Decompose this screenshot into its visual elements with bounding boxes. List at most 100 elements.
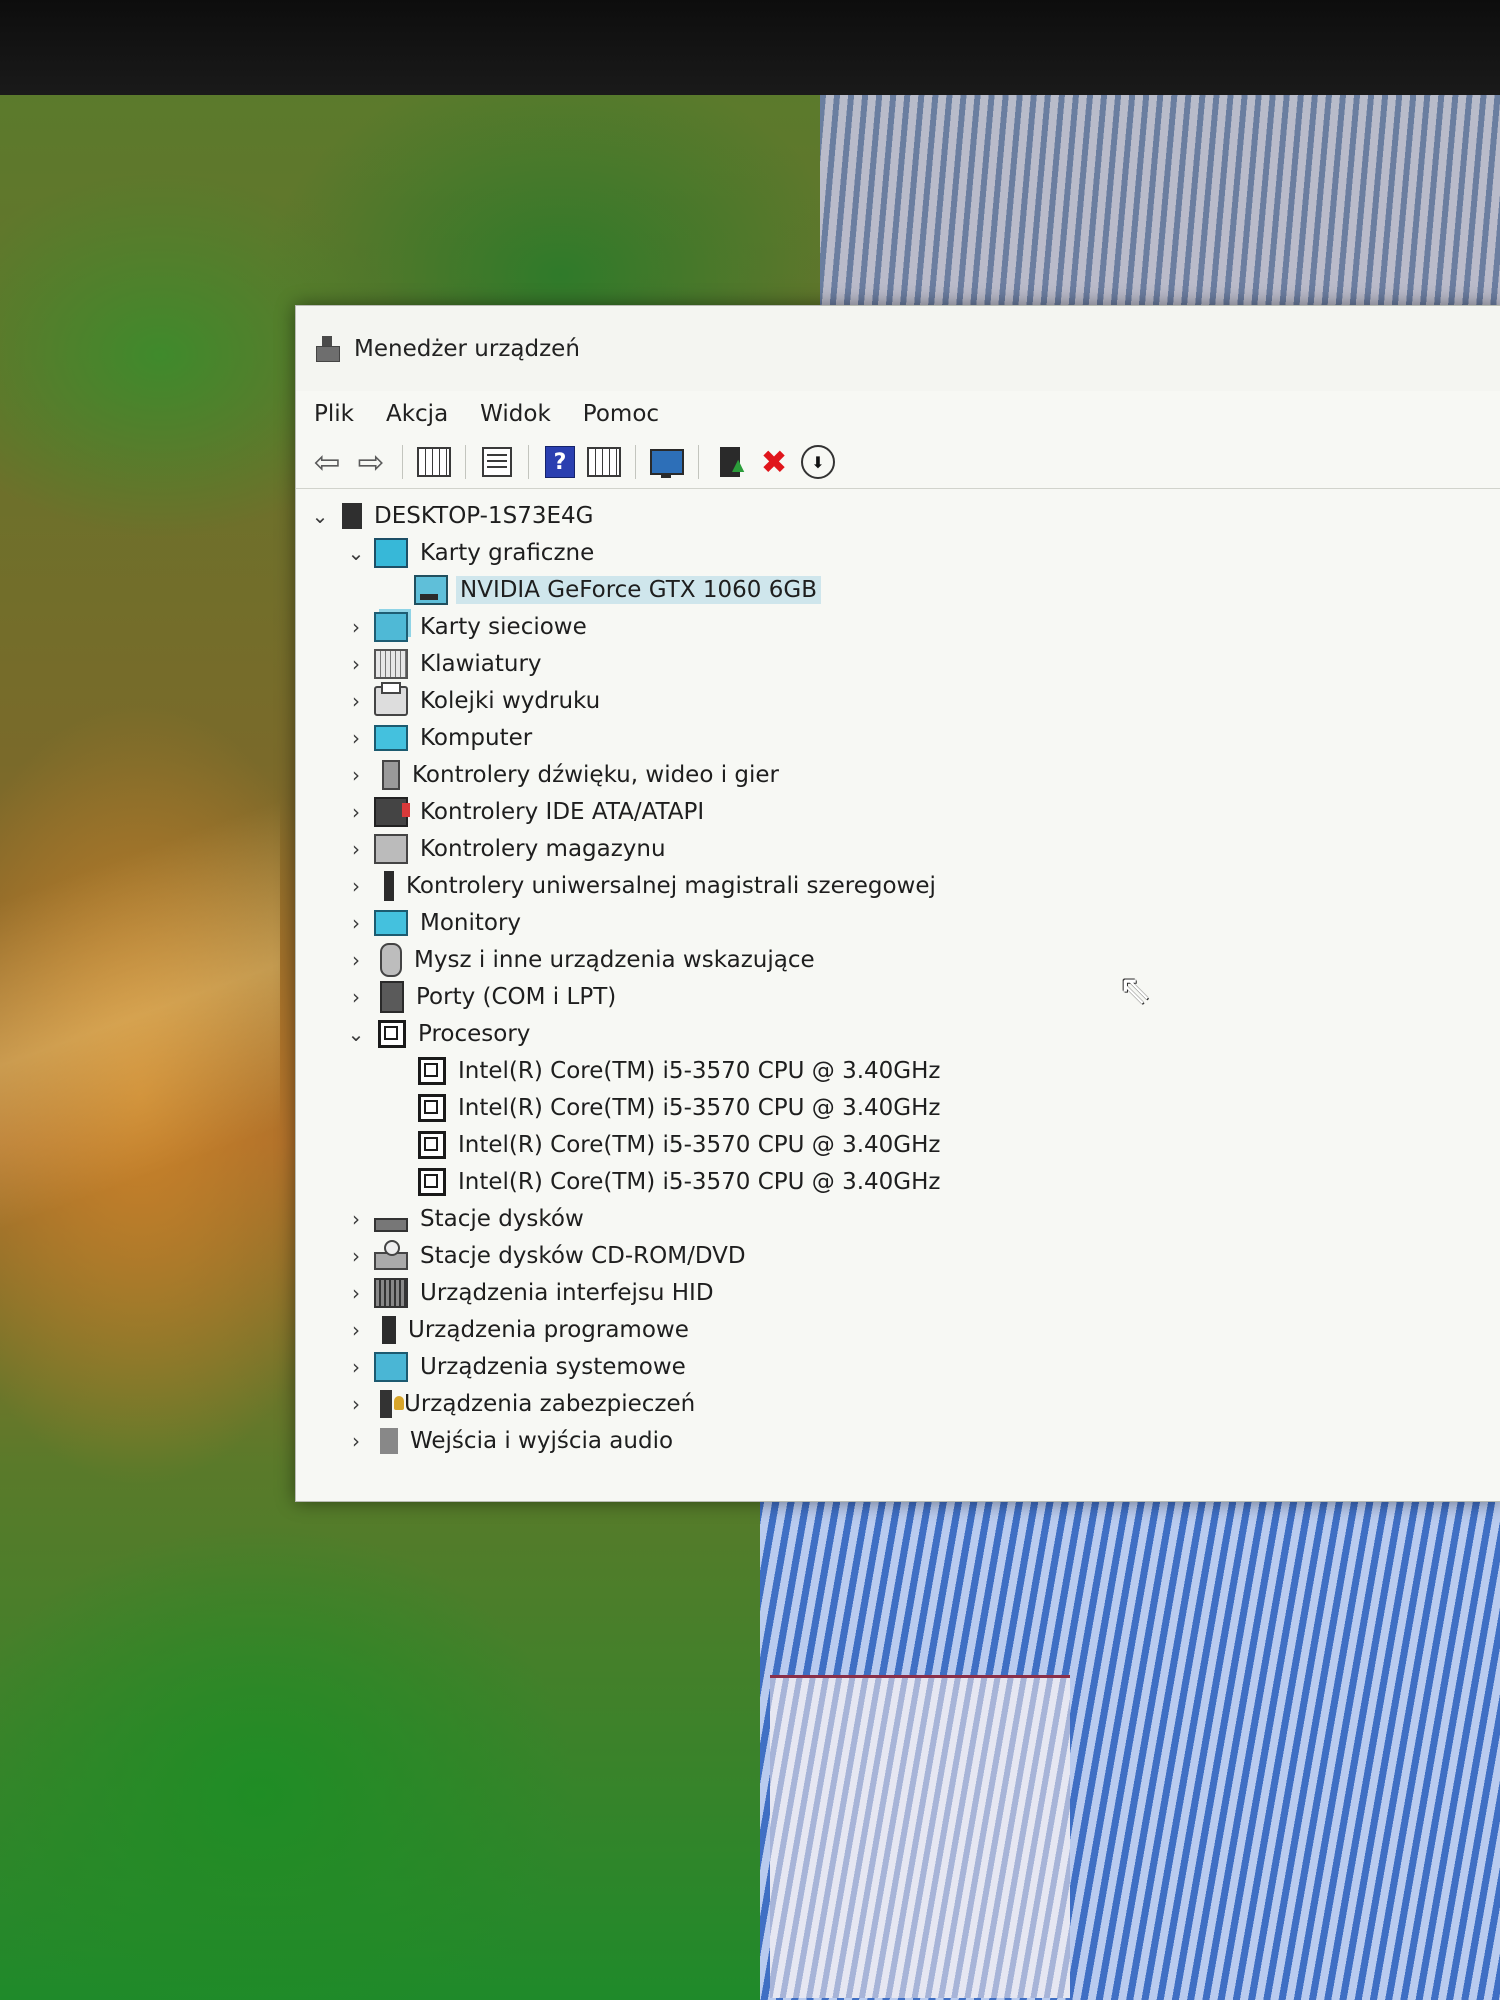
tree-item-systemowe[interactable]: › Urządzenia systemowe: [296, 1348, 1500, 1385]
monitor-bezel: [0, 0, 1500, 110]
tree-item-zabezpieczen[interactable]: › Urządzenia zabezpieczeń: [296, 1385, 1500, 1422]
back-button[interactable]: ⇦: [308, 443, 346, 481]
forward-button[interactable]: ⇨: [352, 443, 390, 481]
chevron-down-icon[interactable]: ⌄: [308, 504, 332, 528]
download-icon: ⬇: [801, 445, 835, 479]
chevron-right-icon[interactable]: ›: [344, 948, 368, 972]
tree-item-programowe[interactable]: › Urządzenia programowe: [296, 1311, 1500, 1348]
chevron-right-icon[interactable]: ›: [344, 837, 368, 861]
tree-item-cpu[interactable]: Intel(R) Core(TM) i5-3570 CPU @ 3.40GHz: [296, 1052, 1500, 1089]
chevron-right-icon[interactable]: ›: [344, 763, 368, 787]
chevron-right-icon[interactable]: ›: [344, 1207, 368, 1231]
tree-item-label: Intel(R) Core(TM) i5-3570 CPU @ 3.40GHz: [458, 1131, 941, 1158]
chevron-down-icon[interactable]: ⌄: [344, 1022, 368, 1046]
tree-item-label: Monitory: [420, 909, 522, 936]
tree-item-kontrolery-usb[interactable]: › Kontrolery uniwersalnej magistrali sze…: [296, 867, 1500, 904]
uninstall-button[interactable]: ✖: [755, 443, 793, 481]
menu-bar: Plik Akcja Widok Pomoc: [296, 391, 1500, 436]
properties-button[interactable]: [478, 443, 516, 481]
tree-item-kontrolery-magazynu[interactable]: › Kontrolery magazynu: [296, 830, 1500, 867]
tree-item-karty-graficzne[interactable]: ⌄ Karty graficzne: [296, 534, 1500, 571]
tree-item-label: Kolejki wydruku: [420, 687, 601, 714]
tree-item-label: Wejścia i wyjścia audio: [410, 1427, 674, 1454]
chevron-right-icon[interactable]: ›: [344, 800, 368, 824]
cdrom-icon: [374, 1239, 408, 1270]
scroll-fade: [296, 1462, 1500, 1492]
tree-item-label: Klawiatury: [420, 650, 542, 677]
menu-pomoc[interactable]: Pomoc: [583, 401, 659, 427]
help-button[interactable]: ?: [541, 443, 579, 481]
tree-item-label: Porty (COM i LPT): [416, 983, 617, 1010]
tree-item-label: Komputer: [420, 724, 533, 751]
menu-widok[interactable]: Widok: [480, 401, 551, 427]
tree-item-nvidia-gpu[interactable]: NVIDIA GeForce GTX 1060 6GB: [296, 571, 1500, 608]
title-bar[interactable]: Menedżer urządzeń: [296, 306, 1500, 391]
device-tree[interactable]: ⌄ DESKTOP-1S73E4G ⌄ Karty graficzne NVID…: [296, 489, 1500, 1492]
download-button[interactable]: ⬇: [799, 443, 837, 481]
software-device-icon: [382, 1315, 396, 1344]
chevron-right-icon[interactable]: ›: [344, 689, 368, 713]
ide-controller-icon: [374, 796, 410, 827]
tree-item-kolejki-wydruku[interactable]: › Kolejki wydruku: [296, 681, 1500, 719]
tree-item-cpu[interactable]: Intel(R) Core(TM) i5-3570 CPU @ 3.40GHz: [296, 1163, 1500, 1200]
graphics-card-icon: [414, 574, 448, 605]
chevron-right-icon[interactable]: ›: [344, 1392, 368, 1416]
chevron-down-icon[interactable]: ⌄: [344, 541, 368, 565]
tree-item-procesory[interactable]: ⌄ Procesory: [296, 1015, 1500, 1052]
chevron-right-icon[interactable]: ›: [344, 1355, 368, 1379]
tree-item-kontrolery-dzwieku[interactable]: › Kontrolery dźwięku, wideo i gier: [296, 756, 1500, 793]
display-adapter-icon: [374, 537, 408, 568]
tree-item-label: Procesory: [418, 1020, 531, 1047]
update-driver-button[interactable]: [711, 443, 749, 481]
mouse-icon: [380, 942, 402, 977]
tree-item-label: Stacje dysków CD-ROM/DVD: [420, 1242, 746, 1269]
device-manager-window[interactable]: Menedżer urządzeń Plik Akcja Widok Pomoc…: [295, 305, 1500, 1502]
chevron-right-icon[interactable]: ›: [344, 1244, 368, 1268]
chevron-right-icon[interactable]: ›: [344, 1429, 368, 1453]
tree-item-label: Intel(R) Core(TM) i5-3570 CPU @ 3.40GHz: [458, 1168, 941, 1195]
tree-item-klawiatury[interactable]: › Klawiatury: [296, 645, 1500, 682]
tree-item-label: NVIDIA GeForce GTX 1060 6GB: [456, 575, 821, 604]
tree-item-label: Kontrolery uniwersalnej magistrali szere…: [406, 872, 936, 899]
chevron-right-icon[interactable]: ›: [344, 911, 368, 935]
tree-item-cdrom[interactable]: › Stacje dysków CD-ROM/DVD: [296, 1237, 1500, 1274]
tree-item-audio-io[interactable]: › Wejścia i wyjścia audio: [296, 1422, 1500, 1459]
wallpaper-road: [0, 655, 280, 1375]
uninstall-icon: ✖: [760, 443, 788, 481]
processor-icon: [418, 1093, 446, 1122]
properties-icon: [482, 447, 512, 477]
tree-item-porty[interactable]: › Porty (COM i LPT): [296, 978, 1500, 1015]
tree-item-mysz[interactable]: › Mysz i inne urządzenia wskazujące: [296, 941, 1500, 978]
system-device-icon: [374, 1351, 408, 1382]
chevron-right-icon[interactable]: ›: [344, 726, 368, 750]
show-hide-tree-button[interactable]: [415, 443, 453, 481]
keyboard-icon: [374, 648, 408, 679]
show-hide-tree-icon: [417, 447, 451, 477]
tree-item-kontrolery-ide[interactable]: › Kontrolery IDE ATA/ATAPI: [296, 793, 1500, 830]
tree-item-komputer[interactable]: › Komputer: [296, 719, 1500, 756]
chevron-right-icon[interactable]: ›: [344, 874, 368, 898]
tree-item-stacje-dyskow[interactable]: › Stacje dysków: [296, 1200, 1500, 1237]
processor-icon: [418, 1167, 446, 1196]
view-button[interactable]: [585, 443, 623, 481]
network-adapter-icon: [374, 611, 408, 642]
monitor-icon: [374, 909, 408, 936]
tree-root[interactable]: ⌄ DESKTOP-1S73E4G: [296, 497, 1500, 534]
menu-plik[interactable]: Plik: [314, 401, 354, 427]
menu-akcja[interactable]: Akcja: [386, 401, 448, 427]
tree-item-hid[interactable]: › Urządzenia interfejsu HID: [296, 1274, 1500, 1311]
tree-item-cpu[interactable]: Intel(R) Core(TM) i5-3570 CPU @ 3.40GHz: [296, 1126, 1500, 1163]
update-driver-icon: [720, 447, 744, 477]
chevron-right-icon[interactable]: ›: [344, 1318, 368, 1342]
chevron-right-icon[interactable]: ›: [344, 1281, 368, 1305]
disk-drive-icon: [374, 1217, 408, 1232]
tree-item-karty-sieciowe[interactable]: › Karty sieciowe: [296, 608, 1500, 645]
chevron-right-icon[interactable]: ›: [344, 985, 368, 1009]
tree-item-cpu[interactable]: Intel(R) Core(TM) i5-3570 CPU @ 3.40GHz: [296, 1089, 1500, 1126]
tree-item-monitory[interactable]: › Monitory: [296, 904, 1500, 941]
chevron-right-icon[interactable]: ›: [344, 615, 368, 639]
chevron-right-icon[interactable]: ›: [344, 652, 368, 676]
tree-item-label: Kontrolery magazynu: [420, 835, 666, 862]
scan-hardware-button[interactable]: [648, 443, 686, 481]
tree-item-label: Intel(R) Core(TM) i5-3570 CPU @ 3.40GHz: [458, 1057, 941, 1084]
